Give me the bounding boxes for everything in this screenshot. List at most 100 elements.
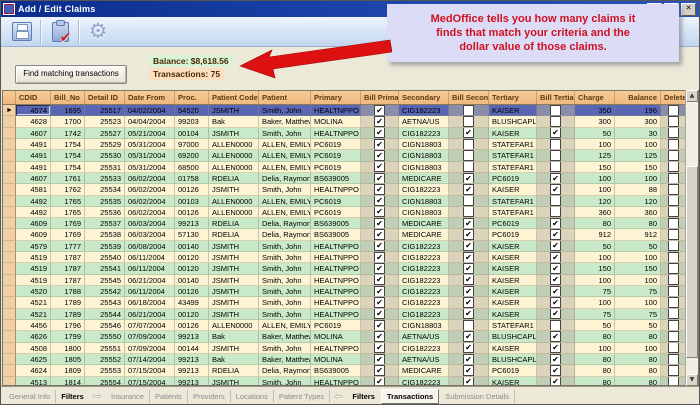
delete-checkbox[interactable] xyxy=(668,275,679,286)
column-header-secondary[interactable]: Secondary xyxy=(399,91,449,104)
bill-secondary-checkbox[interactable]: ✔ xyxy=(463,286,474,297)
bill-primary-checkbox[interactable]: ✔ xyxy=(374,150,385,161)
scroll-up-button[interactable]: ▲ xyxy=(686,90,698,102)
delete-checkbox[interactable] xyxy=(668,207,679,218)
delete-checkbox[interactable] xyxy=(668,196,679,207)
table-row[interactable]: 449117542553105/31/200468500ALLEN0000ALL… xyxy=(3,162,698,173)
settings-button[interactable]: ⚙ xyxy=(83,19,113,45)
bill-tertiary-checkbox[interactable]: ✔ xyxy=(550,252,561,263)
bill-primary-checkbox[interactable]: ✔ xyxy=(374,275,385,286)
bill-tertiary-checkbox[interactable] xyxy=(550,139,561,150)
bill-secondary-checkbox[interactable]: ✔ xyxy=(463,365,474,376)
delete-checkbox[interactable] xyxy=(668,252,679,263)
table-row[interactable]: 460717612553306/02/200401758RDELIADelia,… xyxy=(3,173,698,184)
row-selector[interactable] xyxy=(3,150,16,161)
bill-secondary-checkbox[interactable]: ✔ xyxy=(463,173,474,184)
delete-checkbox[interactable] xyxy=(668,218,679,229)
bill-tertiary-checkbox[interactable] xyxy=(550,116,561,127)
bill-secondary-checkbox[interactable] xyxy=(463,150,474,161)
bill-tertiary-checkbox[interactable]: ✔ xyxy=(550,241,561,252)
bill-secondary-checkbox[interactable]: ✔ xyxy=(463,331,474,342)
bill-tertiary-checkbox[interactable]: ✔ xyxy=(550,365,561,376)
table-row[interactable]: ►457416952551704/02/200454520JSMITHSmith… xyxy=(3,105,698,116)
bill-primary-checkbox[interactable]: ✔ xyxy=(374,252,385,263)
bill-secondary-checkbox[interactable] xyxy=(463,196,474,207)
delete-checkbox[interactable] xyxy=(668,309,679,320)
column-header-balance[interactable]: Balance xyxy=(615,91,661,104)
bill-secondary-checkbox[interactable] xyxy=(463,105,474,116)
tab-patient-types[interactable]: Patient Types xyxy=(274,390,330,403)
column-header-bill-no[interactable]: Bill_No xyxy=(51,91,85,104)
close-button[interactable]: ✕ xyxy=(681,3,696,16)
table-row[interactable]: 450818002555107/09/200400144JSMITHSmith,… xyxy=(3,343,698,354)
column-header-patient-code[interactable]: Patient Code xyxy=(209,91,259,104)
bill-tertiary-checkbox[interactable]: ✔ xyxy=(550,275,561,286)
column-header-charge[interactable]: Charge xyxy=(575,91,615,104)
bill-primary-checkbox[interactable]: ✔ xyxy=(374,162,385,173)
bill-tertiary-checkbox[interactable]: ✔ xyxy=(550,128,561,139)
row-selector[interactable] xyxy=(3,218,16,229)
bill-secondary-checkbox[interactable]: ✔ xyxy=(463,354,474,365)
bill-secondary-checkbox[interactable]: ✔ xyxy=(463,377,474,387)
scrollbar-thumb[interactable] xyxy=(686,166,698,358)
row-selector[interactable] xyxy=(3,309,16,320)
bill-secondary-checkbox[interactable]: ✔ xyxy=(463,241,474,252)
bill-primary-checkbox[interactable]: ✔ xyxy=(374,331,385,342)
delete-checkbox[interactable] xyxy=(668,354,679,365)
tab-filters[interactable]: Filters xyxy=(56,390,89,403)
table-row[interactable]: 458117622553406/02/200400126JSMITHSmith,… xyxy=(3,184,698,195)
bill-tertiary-checkbox[interactable]: ✔ xyxy=(550,184,561,195)
table-row[interactable]: 445617962554607/07/200400126ALLEN0000ALL… xyxy=(3,320,698,331)
delete-checkbox[interactable] xyxy=(668,241,679,252)
bill-tertiary-checkbox[interactable]: ✔ xyxy=(550,263,561,274)
row-selector[interactable] xyxy=(3,343,16,354)
row-selector[interactable] xyxy=(3,263,16,274)
bill-secondary-checkbox[interactable]: ✔ xyxy=(463,128,474,139)
bill-tertiary-checkbox[interactable]: ✔ xyxy=(550,309,561,320)
column-header-patient[interactable]: Patient xyxy=(259,91,311,104)
bill-primary-checkbox[interactable]: ✔ xyxy=(374,173,385,184)
bill-primary-checkbox[interactable]: ✔ xyxy=(374,241,385,252)
row-selector[interactable] xyxy=(3,184,16,195)
bill-tertiary-checkbox[interactable] xyxy=(550,196,561,207)
bill-secondary-checkbox[interactable] xyxy=(463,139,474,150)
bill-tertiary-checkbox[interactable]: ✔ xyxy=(550,297,561,308)
bill-tertiary-checkbox[interactable]: ✔ xyxy=(550,354,561,365)
bill-primary-checkbox[interactable]: ✔ xyxy=(374,263,385,274)
bill-secondary-checkbox[interactable]: ✔ xyxy=(463,252,474,263)
tab-patients[interactable]: Patients xyxy=(150,390,188,403)
row-selector[interactable] xyxy=(3,252,16,263)
table-row[interactable]: 451917872554006/11/200400120JSMITHSmith,… xyxy=(3,252,698,263)
bill-secondary-checkbox[interactable]: ✔ xyxy=(463,229,474,240)
row-selector[interactable] xyxy=(3,297,16,308)
column-header-detail-id[interactable]: Detail ID xyxy=(85,91,125,104)
bill-tertiary-checkbox[interactable]: ✔ xyxy=(550,218,561,229)
row-selector[interactable] xyxy=(3,286,16,297)
bill-primary-checkbox[interactable]: ✔ xyxy=(374,218,385,229)
row-selector[interactable] xyxy=(3,196,16,207)
bill-primary-checkbox[interactable]: ✔ xyxy=(374,196,385,207)
bill-secondary-checkbox[interactable]: ✔ xyxy=(463,275,474,286)
tab-general-info[interactable]: General Info xyxy=(4,390,56,403)
bill-primary-checkbox[interactable]: ✔ xyxy=(374,365,385,376)
tab-filters[interactable]: Filters xyxy=(347,390,380,403)
row-selector[interactable]: ► xyxy=(3,105,16,116)
delete-checkbox[interactable] xyxy=(668,365,679,376)
bill-tertiary-checkbox[interactable] xyxy=(550,150,561,161)
delete-checkbox[interactable] xyxy=(668,116,679,127)
bill-tertiary-checkbox[interactable]: ✔ xyxy=(550,343,561,354)
scroll-down-button[interactable]: ▼ xyxy=(686,374,698,386)
bill-primary-checkbox[interactable]: ✔ xyxy=(374,354,385,365)
post-claims-button[interactable]: ✔ xyxy=(45,19,75,45)
bill-primary-checkbox[interactable]: ✔ xyxy=(374,139,385,150)
bill-tertiary-checkbox[interactable]: ✔ xyxy=(550,377,561,387)
bill-tertiary-checkbox[interactable] xyxy=(550,162,561,173)
bill-secondary-checkbox[interactable]: ✔ xyxy=(463,297,474,308)
column-header-date-from[interactable]: Date From xyxy=(125,91,175,104)
column-header-bill-tertiary[interactable]: Bill Tertiary xyxy=(537,91,575,104)
bill-primary-checkbox[interactable]: ✔ xyxy=(374,297,385,308)
bill-primary-checkbox[interactable]: ✔ xyxy=(374,286,385,297)
delete-checkbox[interactable] xyxy=(668,162,679,173)
table-row[interactable]: 449117542552905/31/200497000ALLEN0000ALL… xyxy=(3,139,698,150)
table-row[interactable]: 452117892554306/18/200443499JSMITHSmith,… xyxy=(3,297,698,308)
